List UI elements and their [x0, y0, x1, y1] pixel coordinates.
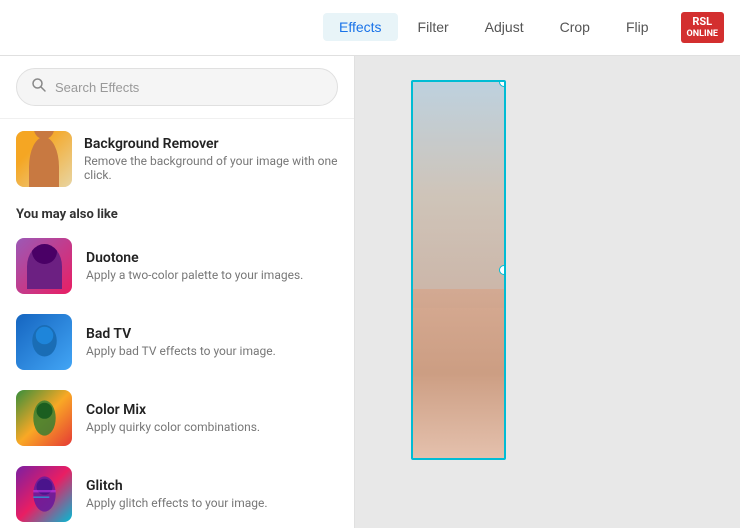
duotone-info: Duotone Apply a two-color palette to you… — [86, 250, 303, 282]
glitch-name: Glitch — [86, 478, 268, 494]
resize-handle-mid-right[interactable] — [499, 265, 506, 275]
tab-effects[interactable]: Effects — [323, 13, 398, 41]
effect-item-glitch[interactable]: Glitch Apply glitch effects to your imag… — [0, 456, 354, 528]
glitch-desc: Apply glitch effects to your image. — [86, 496, 268, 510]
glitch-thumbnail — [16, 466, 72, 522]
duotone-desc: Apply a two-color palette to your images… — [86, 268, 303, 282]
badtv-thumbnail — [16, 314, 72, 370]
tab-filter[interactable]: Filter — [402, 13, 465, 41]
bg-remover-thumbnail — [16, 131, 72, 187]
canvas-image — [411, 80, 506, 460]
sidebar: Background Remover Remove the background… — [0, 56, 355, 528]
colormix-info: Color Mix Apply quirky color combination… — [86, 402, 260, 434]
effect-item-duotone[interactable]: Duotone Apply a two-color palette to you… — [0, 228, 354, 304]
tab-flip[interactable]: Flip — [610, 13, 665, 41]
tab-adjust[interactable]: Adjust — [469, 13, 540, 41]
background-remover-item[interactable]: Background Remover Remove the background… — [0, 119, 354, 199]
rsl-badge: RSL ONLINE — [681, 12, 724, 44]
resize-handle-top-right[interactable] — [499, 80, 506, 87]
canvas-area — [355, 56, 740, 528]
colormix-desc: Apply quirky color combinations. — [86, 420, 260, 434]
badtv-info: Bad TV Apply bad TV effects to your imag… — [86, 326, 276, 358]
effect-item-colormix[interactable]: Color Mix Apply quirky color combination… — [0, 380, 354, 456]
search-input[interactable] — [55, 80, 323, 95]
colormix-name: Color Mix — [86, 402, 260, 418]
badtv-desc: Apply bad TV effects to your image. — [86, 344, 276, 358]
main-content: Background Remover Remove the background… — [0, 56, 740, 528]
search-icon — [31, 77, 47, 97]
colormix-thumbnail — [16, 390, 72, 446]
search-bar — [0, 56, 354, 119]
bg-remover-info: Background Remover Remove the background… — [84, 136, 338, 182]
glitch-info: Glitch Apply glitch effects to your imag… — [86, 478, 268, 510]
section-title: You may also like — [0, 199, 354, 228]
duotone-name: Duotone — [86, 250, 303, 266]
badtv-name: Bad TV — [86, 326, 276, 342]
canvas-wrapper — [411, 80, 506, 460]
effect-item-badtv[interactable]: Bad TV Apply bad TV effects to your imag… — [0, 304, 354, 380]
duotone-thumbnail — [16, 238, 72, 294]
nav-tabs: Effects Filter Adjust Crop Flip RSL ONLI… — [323, 12, 724, 44]
bg-remover-name: Background Remover — [84, 136, 338, 152]
search-input-wrapper[interactable] — [16, 68, 338, 106]
tab-crop[interactable]: Crop — [544, 13, 606, 41]
bg-remover-desc: Remove the background of your image with… — [84, 154, 338, 182]
effect-list: Duotone Apply a two-color palette to you… — [0, 228, 354, 528]
top-nav: Effects Filter Adjust Crop Flip RSL ONLI… — [0, 0, 740, 56]
